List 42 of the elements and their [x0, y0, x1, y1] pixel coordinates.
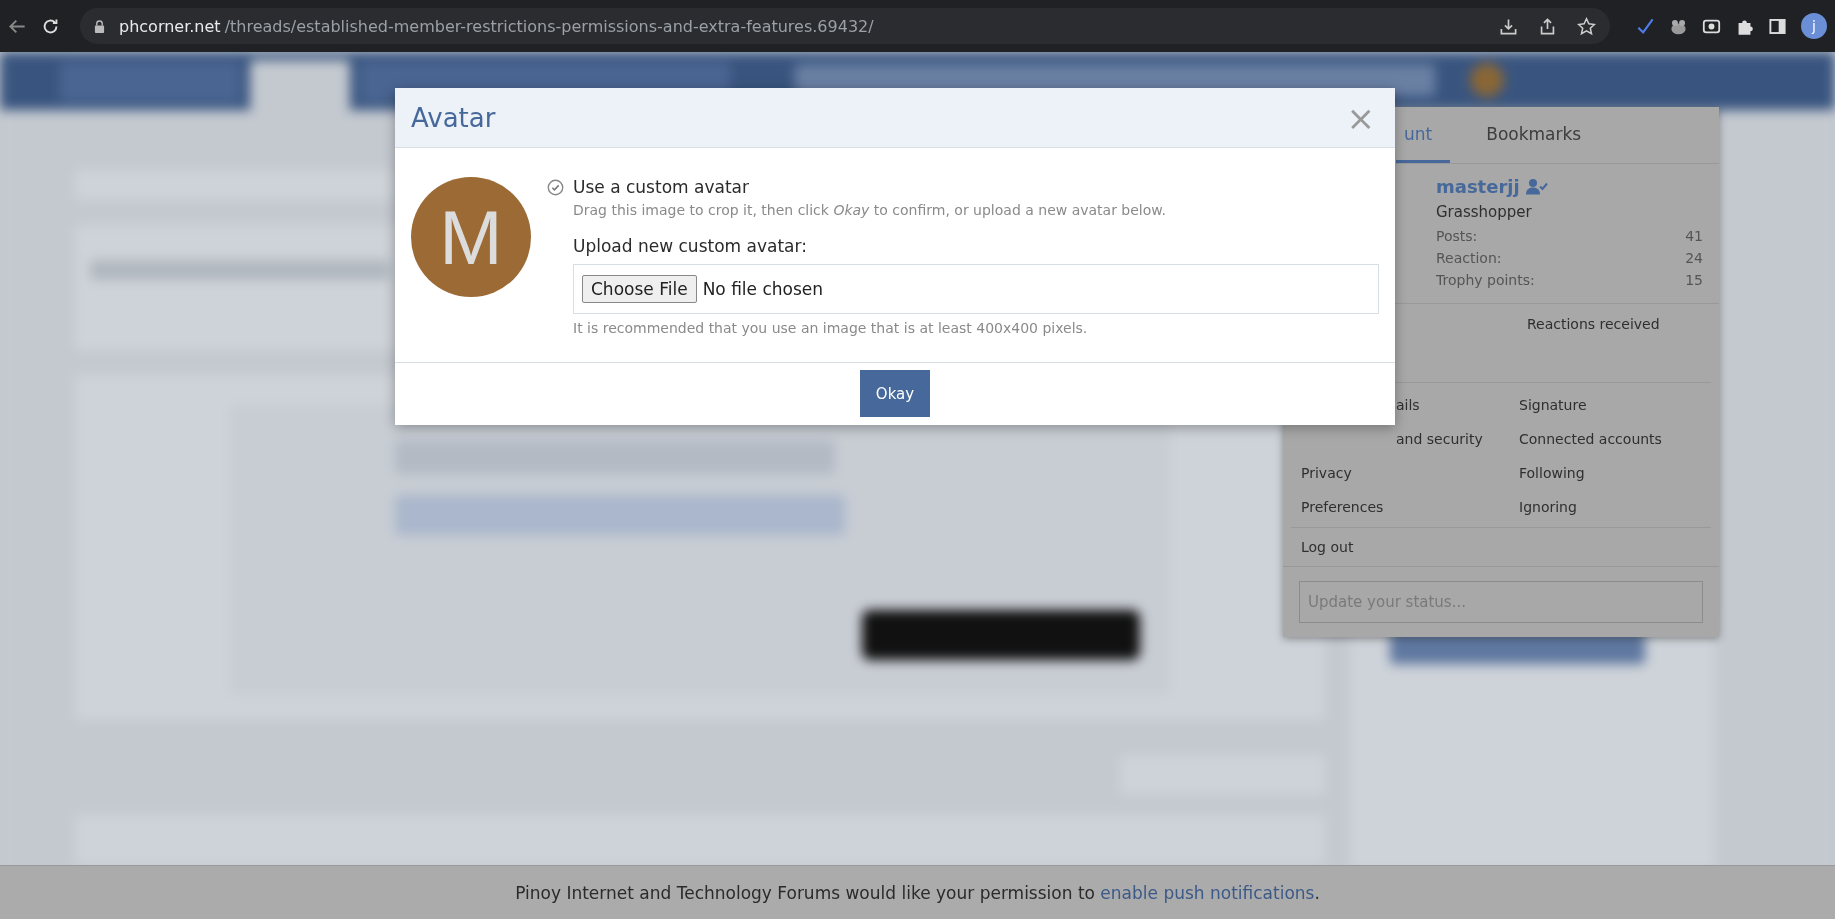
stat-value: 24	[1685, 249, 1703, 268]
menu-link[interactable]: Reactions received	[1527, 316, 1695, 332]
lock-icon	[94, 19, 105, 33]
user-check-icon	[1525, 178, 1548, 195]
stat-label: Posts:	[1436, 227, 1478, 246]
checkmark-icon[interactable]	[1636, 16, 1655, 36]
menu-link[interactable]: Privacy	[1301, 465, 1519, 481]
avatar-circle[interactable]: M	[411, 177, 531, 297]
menu-tab[interactable]: Bookmarks	[1486, 107, 1582, 163]
notice-text: Pinoy Internet and Technology Forums would like your permission to enable push notifications.	[515, 882, 1320, 903]
menu-link[interactable]: Preferences	[1301, 499, 1519, 515]
user-title: Grasshopper	[1436, 203, 1533, 221]
choose-file-button[interactable]: Choose File	[582, 275, 697, 303]
stat-value: 41	[1685, 227, 1703, 246]
hint-text: Drag this image to crop it, then click Okay to confirm, or upload a new avatar below.	[573, 202, 1167, 218]
file-status: No file chosen	[702, 279, 824, 299]
stat-label: Reaction:	[1436, 249, 1502, 268]
enable-notifications-link[interactable]: enable push notifications	[1100, 882, 1315, 903]
stat-value: 15	[1685, 271, 1703, 290]
menu-link[interactable]: Connected accounts	[1519, 431, 1703, 447]
menu-link[interactable]: Ignoring	[1519, 499, 1703, 515]
logout-link[interactable]: Log out	[1301, 539, 1354, 555]
url-host: phcorner.net	[119, 16, 221, 36]
menu-link[interactable]: Signature	[1519, 397, 1703, 413]
reload-icon[interactable]	[41, 16, 60, 36]
option-label[interactable]: Use a custom avatar	[573, 177, 749, 197]
star-icon[interactable]	[1577, 16, 1596, 36]
file-input[interactable]: Choose File No file chosen	[573, 264, 1379, 314]
upload-label: Upload new custom avatar:	[573, 236, 808, 256]
share-icon[interactable]	[1538, 16, 1557, 36]
recommendation-text: It is recommended that you use an image that is at least 400x400 pixels.	[573, 320, 1089, 336]
okay-button[interactable]: Okay	[860, 370, 930, 417]
stat-label: Trophy points:	[1436, 271, 1535, 290]
profile-avatar[interactable]: j	[1801, 13, 1827, 39]
side-panel-icon[interactable]	[1768, 16, 1787, 36]
install-icon[interactable]	[1499, 16, 1518, 36]
radio-check-icon[interactable]	[547, 178, 564, 196]
address-bar[interactable]: phcorner.net /threads/established-member-restrictions-permissions-and-extra-features.69432/	[80, 8, 1610, 44]
menu-link[interactable]: and security	[1301, 431, 1519, 447]
menu-link[interactable]: Following	[1519, 465, 1703, 481]
url-path: /threads/established-member-restrictions-permissions-and-extra-features.69432/	[224, 16, 874, 36]
dialog-title: Avatar	[411, 102, 496, 133]
